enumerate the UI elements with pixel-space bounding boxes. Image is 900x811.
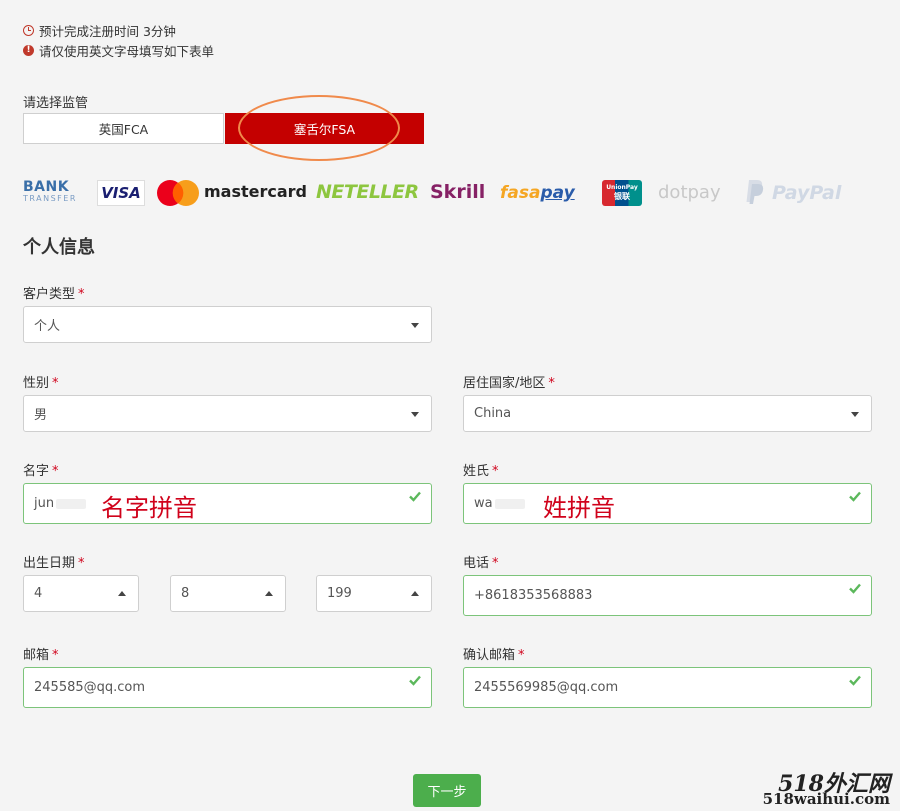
regulator-option-fca[interactable]: 英国FCA xyxy=(23,113,224,144)
required-mark: * xyxy=(548,376,555,391)
confirm-email-value: 2455569985@qq.com xyxy=(474,680,619,695)
first-name-value: jun xyxy=(34,496,55,511)
regulator-label: 请选择监管 xyxy=(23,96,89,111)
required-mark: * xyxy=(52,376,59,391)
time-notice: 预计完成注册时间 3分钟 xyxy=(23,21,176,40)
email-value: 2455⁠⁠⁠85@qq.com xyxy=(34,680,146,695)
required-mark: * xyxy=(52,464,59,479)
unionpay-line2: 银联 xyxy=(614,192,630,201)
country-value: China xyxy=(474,406,512,421)
paypal-icon xyxy=(745,178,765,206)
fasapay-logo: fasapay xyxy=(500,183,575,203)
first-name-label: 名字 * xyxy=(23,460,59,479)
unionpay-line1: UnionPay xyxy=(606,184,638,191)
birth-label-text: 出生日期 xyxy=(23,556,76,571)
birth-year-stepper[interactable]: 199 xyxy=(316,575,432,612)
country-label: 居住国家/地区 * xyxy=(463,372,555,391)
birth-day-stepper[interactable]: 4 xyxy=(23,575,139,612)
required-mark: * xyxy=(78,556,85,571)
last-name-label-text: 姓氏 xyxy=(463,464,490,479)
unionpay-logo: UnionPay 银联 xyxy=(602,180,642,206)
english-notice: ! 请仅使用英文字母填写如下表单 xyxy=(23,41,214,60)
confirm-email-input[interactable]: 2455569985@qq.com xyxy=(463,667,872,708)
gender-label-text: 性别 xyxy=(23,376,50,391)
birth-month-value: 8 xyxy=(181,586,190,601)
birth-day-value: 4 xyxy=(34,586,43,601)
highlight-oval xyxy=(238,95,400,161)
paypal-text: PayPal xyxy=(772,182,842,204)
redacted-blur xyxy=(494,498,525,509)
english-notice-text: 请仅使用英文字母填写如下表单 xyxy=(39,44,215,59)
check-icon xyxy=(849,583,861,594)
birth-label: 出生日期 * xyxy=(23,552,85,571)
mastercard-icon xyxy=(156,179,200,207)
watermark-url: 518waihui.com xyxy=(762,790,890,808)
confirm-email-label-text: 确认邮箱 xyxy=(463,648,516,663)
first-name-input[interactable]: jun xyxy=(23,483,432,524)
bank-transfer-line2: TRANSFER xyxy=(23,194,77,203)
last-name-annotation: 姓拼音 xyxy=(543,494,615,522)
required-mark: * xyxy=(518,648,525,663)
fasapay-text-a: fasa xyxy=(500,183,541,203)
skrill-logo: Skrill xyxy=(430,181,486,203)
dotpay-logo: dotpay xyxy=(658,182,721,203)
birth-month-stepper[interactable]: 8 xyxy=(170,575,286,612)
customer-type-value: 个人 xyxy=(34,319,61,334)
visa-logo: VISA xyxy=(97,180,145,206)
chevron-up-icon[interactable] xyxy=(411,590,419,596)
phone-input[interactable]: +8618353568883 xyxy=(463,575,872,616)
fasapay-text-b: pay xyxy=(540,183,575,203)
gender-label: 性别 * xyxy=(23,372,59,391)
confirm-email-label: 确认邮箱 * xyxy=(463,644,525,663)
neteller-logo: NETELLER xyxy=(316,181,419,203)
mastercard-text: mastercard xyxy=(204,182,308,201)
chevron-down-icon xyxy=(851,411,859,417)
birth-year-value: 199 xyxy=(327,586,352,601)
email-label: 邮箱 * xyxy=(23,644,59,663)
email-label-text: 邮箱 xyxy=(23,648,50,663)
check-icon xyxy=(409,675,421,686)
required-mark: * xyxy=(78,287,85,302)
chevron-down-icon xyxy=(411,322,419,328)
chevron-up-icon[interactable] xyxy=(265,590,273,596)
bank-transfer-logo: BANK TRANSFER xyxy=(23,180,83,206)
email-input[interactable]: 2455⁠⁠⁠85@qq.com xyxy=(23,667,432,708)
first-name-annotation: 名字拼音 xyxy=(101,494,197,522)
customer-type-select[interactable]: 个人 xyxy=(23,306,432,343)
last-name-label: 姓氏 * xyxy=(463,460,499,479)
phone-label-text: 电话 xyxy=(463,556,490,571)
gender-value: 男 xyxy=(34,408,48,423)
customer-type-label-text: 客户类型 xyxy=(23,287,76,302)
first-name-label-text: 名字 xyxy=(23,464,50,479)
bank-transfer-line1: BANK xyxy=(23,179,70,195)
alert-icon: ! xyxy=(23,45,34,56)
visa-text: VISA xyxy=(101,184,141,202)
customer-type-label: 客户类型 * xyxy=(23,283,85,302)
country-label-text: 居住国家/地区 xyxy=(463,376,546,391)
required-mark: * xyxy=(52,648,59,663)
required-mark: * xyxy=(492,464,499,479)
phone-value: +8618353568883 xyxy=(474,588,593,603)
section-title: 个人信息 xyxy=(23,237,95,258)
next-button[interactable]: 下一步 xyxy=(413,774,481,807)
redacted-blur xyxy=(56,498,87,509)
last-name-value: wa xyxy=(474,496,493,511)
phone-label: 电话 * xyxy=(463,552,499,571)
check-icon xyxy=(849,675,861,686)
chevron-up-icon[interactable] xyxy=(118,590,126,596)
check-icon xyxy=(409,491,421,502)
time-notice-text: 预计完成注册时间 3分钟 xyxy=(39,24,176,39)
gender-select[interactable]: 男 xyxy=(23,395,432,432)
clock-icon xyxy=(23,25,34,36)
check-icon xyxy=(849,491,861,502)
chevron-down-icon xyxy=(411,411,419,417)
country-select[interactable]: China xyxy=(463,395,872,432)
last-name-input[interactable]: wa xyxy=(463,483,872,524)
required-mark: * xyxy=(492,556,499,571)
